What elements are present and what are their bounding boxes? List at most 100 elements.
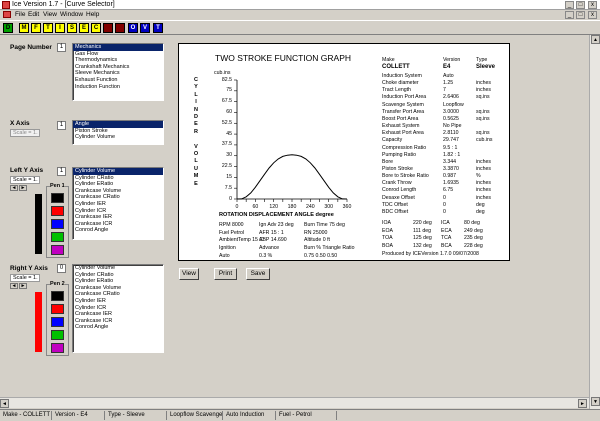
maximize-button[interactable]: □	[576, 1, 585, 9]
list-item[interactable]: Sleeve Mechanics	[73, 70, 163, 77]
list-item[interactable]: Crankcase ICR	[73, 318, 163, 325]
toolbar-button-10[interactable]: O	[128, 23, 138, 33]
status-fuel: Fuel - Petrol	[279, 412, 312, 418]
menu-window[interactable]: Window	[60, 11, 83, 18]
scroll-down-icon[interactable]: ▼	[591, 397, 600, 406]
scroll-up-icon[interactable]: ▲	[591, 35, 600, 44]
list-item[interactable]: Angle	[73, 121, 163, 128]
pen-swatch[interactable]	[51, 193, 64, 203]
right-y-scale-down[interactable]: ◄	[10, 283, 18, 289]
list-item[interactable]: Cylinder ERatio	[73, 181, 163, 188]
toolbar-button-11[interactable]: V	[140, 23, 150, 33]
x-axis-list[interactable]: Angle Piston Stroke Cylinder Volume	[72, 120, 164, 145]
list-item[interactable]: Cylinder CRatio	[73, 272, 163, 279]
toolbar-button-8[interactable]	[103, 23, 113, 33]
list-item[interactable]: Cylinder IER	[73, 298, 163, 305]
minimize-button[interactable]: _	[565, 1, 574, 9]
toolbar-button-9[interactable]	[115, 23, 125, 33]
x-scale-field[interactable]: Scale = 1.	[10, 129, 40, 137]
spec-row: inches	[476, 80, 491, 87]
left-y-field[interactable]: 1	[57, 167, 66, 176]
x-tick-label: 180	[287, 204, 297, 210]
pen-swatch[interactable]	[51, 317, 64, 327]
left-y-scale-up[interactable]: ►	[19, 185, 27, 191]
list-item[interactable]: Induction Function	[73, 84, 163, 91]
list-item[interactable]: Cylinder ICR	[73, 208, 163, 215]
doc-minimize-button[interactable]: _	[565, 11, 574, 19]
doc-close-button[interactable]: x	[588, 11, 597, 19]
left-y-scale-field[interactable]: Scale = 1.	[10, 176, 40, 184]
list-item[interactable]: Crankcase CRatio	[73, 291, 163, 298]
menu-view[interactable]: View	[43, 11, 57, 18]
list-item[interactable]: Crankshaft Mechanics	[73, 64, 163, 71]
toolbar-button-3[interactable]: T	[43, 23, 53, 33]
toolbar-button-7[interactable]: C	[91, 23, 101, 33]
left-y-list[interactable]: Cylinder Volume Cylinder CRatio Cylinder E…	[72, 167, 164, 240]
pen-swatch[interactable]	[51, 219, 64, 229]
list-item[interactable]: Crankcase Volume	[73, 285, 163, 292]
pen-swatch[interactable]	[51, 232, 64, 242]
doc-restore-button[interactable]: □	[576, 11, 585, 19]
list-item[interactable]: Cylinder ERatio	[73, 278, 163, 285]
spec-row: Scavenge System	[382, 101, 424, 108]
list-item[interactable]: Conrod Angle	[73, 324, 163, 331]
toolbar-button-6[interactable]: E	[79, 23, 89, 33]
pen1-group: Pen 1	[46, 183, 69, 258]
toolbar-button-12[interactable]: T	[153, 23, 163, 33]
list-item[interactable]: Crankcase IER	[73, 214, 163, 221]
status-bar: Make - COLLETT Version - E4 Type - Sleev…	[0, 409, 600, 421]
list-item[interactable]: Cylinder ICR	[73, 305, 163, 312]
list-item[interactable]: Exhaust Function	[73, 77, 163, 84]
list-item[interactable]: Piston Stroke	[73, 128, 163, 135]
view-button[interactable]: View	[179, 268, 199, 280]
save-button[interactable]: Save	[246, 268, 270, 280]
toolbar-button-0[interactable]: D	[3, 23, 13, 33]
scroll-right-icon[interactable]: ►	[578, 399, 587, 408]
list-item[interactable]: Cylinder Volume	[73, 168, 163, 175]
x-axis-field[interactable]: 1	[57, 121, 66, 130]
page-list[interactable]: Mechanics Gas Flow Thermodynamics Crankshaf…	[72, 43, 164, 101]
scroll-left-icon[interactable]: ◄	[0, 399, 9, 408]
list-item[interactable]: Cylinder CRatio	[73, 175, 163, 182]
list-item[interactable]: Crankcase IER	[73, 311, 163, 318]
title-bar: Ice Version 1.7 - [Curve Selector] _ □ x	[0, 0, 600, 10]
close-button[interactable]: x	[588, 1, 597, 9]
print-button[interactable]: Print	[214, 268, 237, 280]
doc-icon[interactable]	[3, 11, 11, 18]
menu-file[interactable]: File	[15, 11, 25, 18]
list-item[interactable]: Mechanics	[73, 44, 163, 51]
right-y-scale-field[interactable]: Scale = 1.	[10, 274, 40, 282]
toolbar-button-5[interactable]: S	[67, 23, 77, 33]
page-number-field[interactable]: 1	[57, 43, 66, 52]
right-y-scale-up[interactable]: ►	[19, 283, 27, 289]
right-y-field[interactable]: 0	[57, 264, 66, 273]
vertical-scrollbar[interactable]: ▲ ▼	[589, 35, 600, 409]
spec-header-value: E4	[443, 64, 451, 70]
list-item[interactable]: Cylinder IER	[73, 201, 163, 208]
pen-swatch[interactable]	[51, 304, 64, 314]
pen-swatch[interactable]	[51, 206, 64, 216]
toolbar-button-4[interactable]: I	[55, 23, 65, 33]
right-y-list[interactable]: Cylinder Volume Cylinder CRatio Cylinder E…	[72, 264, 164, 353]
horizontal-scrollbar[interactable]: ◄ ►	[0, 397, 589, 408]
list-item[interactable]: Conrod Angle	[73, 227, 163, 234]
spec-header: Type	[476, 57, 488, 63]
pen-swatch[interactable]	[51, 330, 64, 340]
spec-row: Piston Stroke	[382, 165, 413, 172]
pen-swatch[interactable]	[51, 291, 64, 301]
pen-swatch[interactable]	[51, 343, 64, 353]
list-item[interactable]: Gas Flow	[73, 51, 163, 58]
list-item[interactable]: Crankcase ICR	[73, 221, 163, 228]
toolbar-button-1[interactable]: M	[19, 23, 29, 33]
toolbar-button-2[interactable]: F	[31, 23, 41, 33]
list-item[interactable]: Cylinder Volume	[73, 134, 163, 141]
spec-row: BDC Offset	[382, 208, 409, 215]
list-item[interactable]: Crankcase CRatio	[73, 194, 163, 201]
pen-swatch[interactable]	[51, 245, 64, 255]
list-item[interactable]: Crankcase Volume	[73, 188, 163, 195]
menu-edit[interactable]: Edit	[28, 11, 39, 18]
left-y-scale-down[interactable]: ◄	[10, 185, 18, 191]
list-item[interactable]: Cylinder Volume	[73, 265, 163, 272]
menu-help[interactable]: Help	[86, 11, 99, 18]
list-item[interactable]: Thermodynamics	[73, 57, 163, 64]
